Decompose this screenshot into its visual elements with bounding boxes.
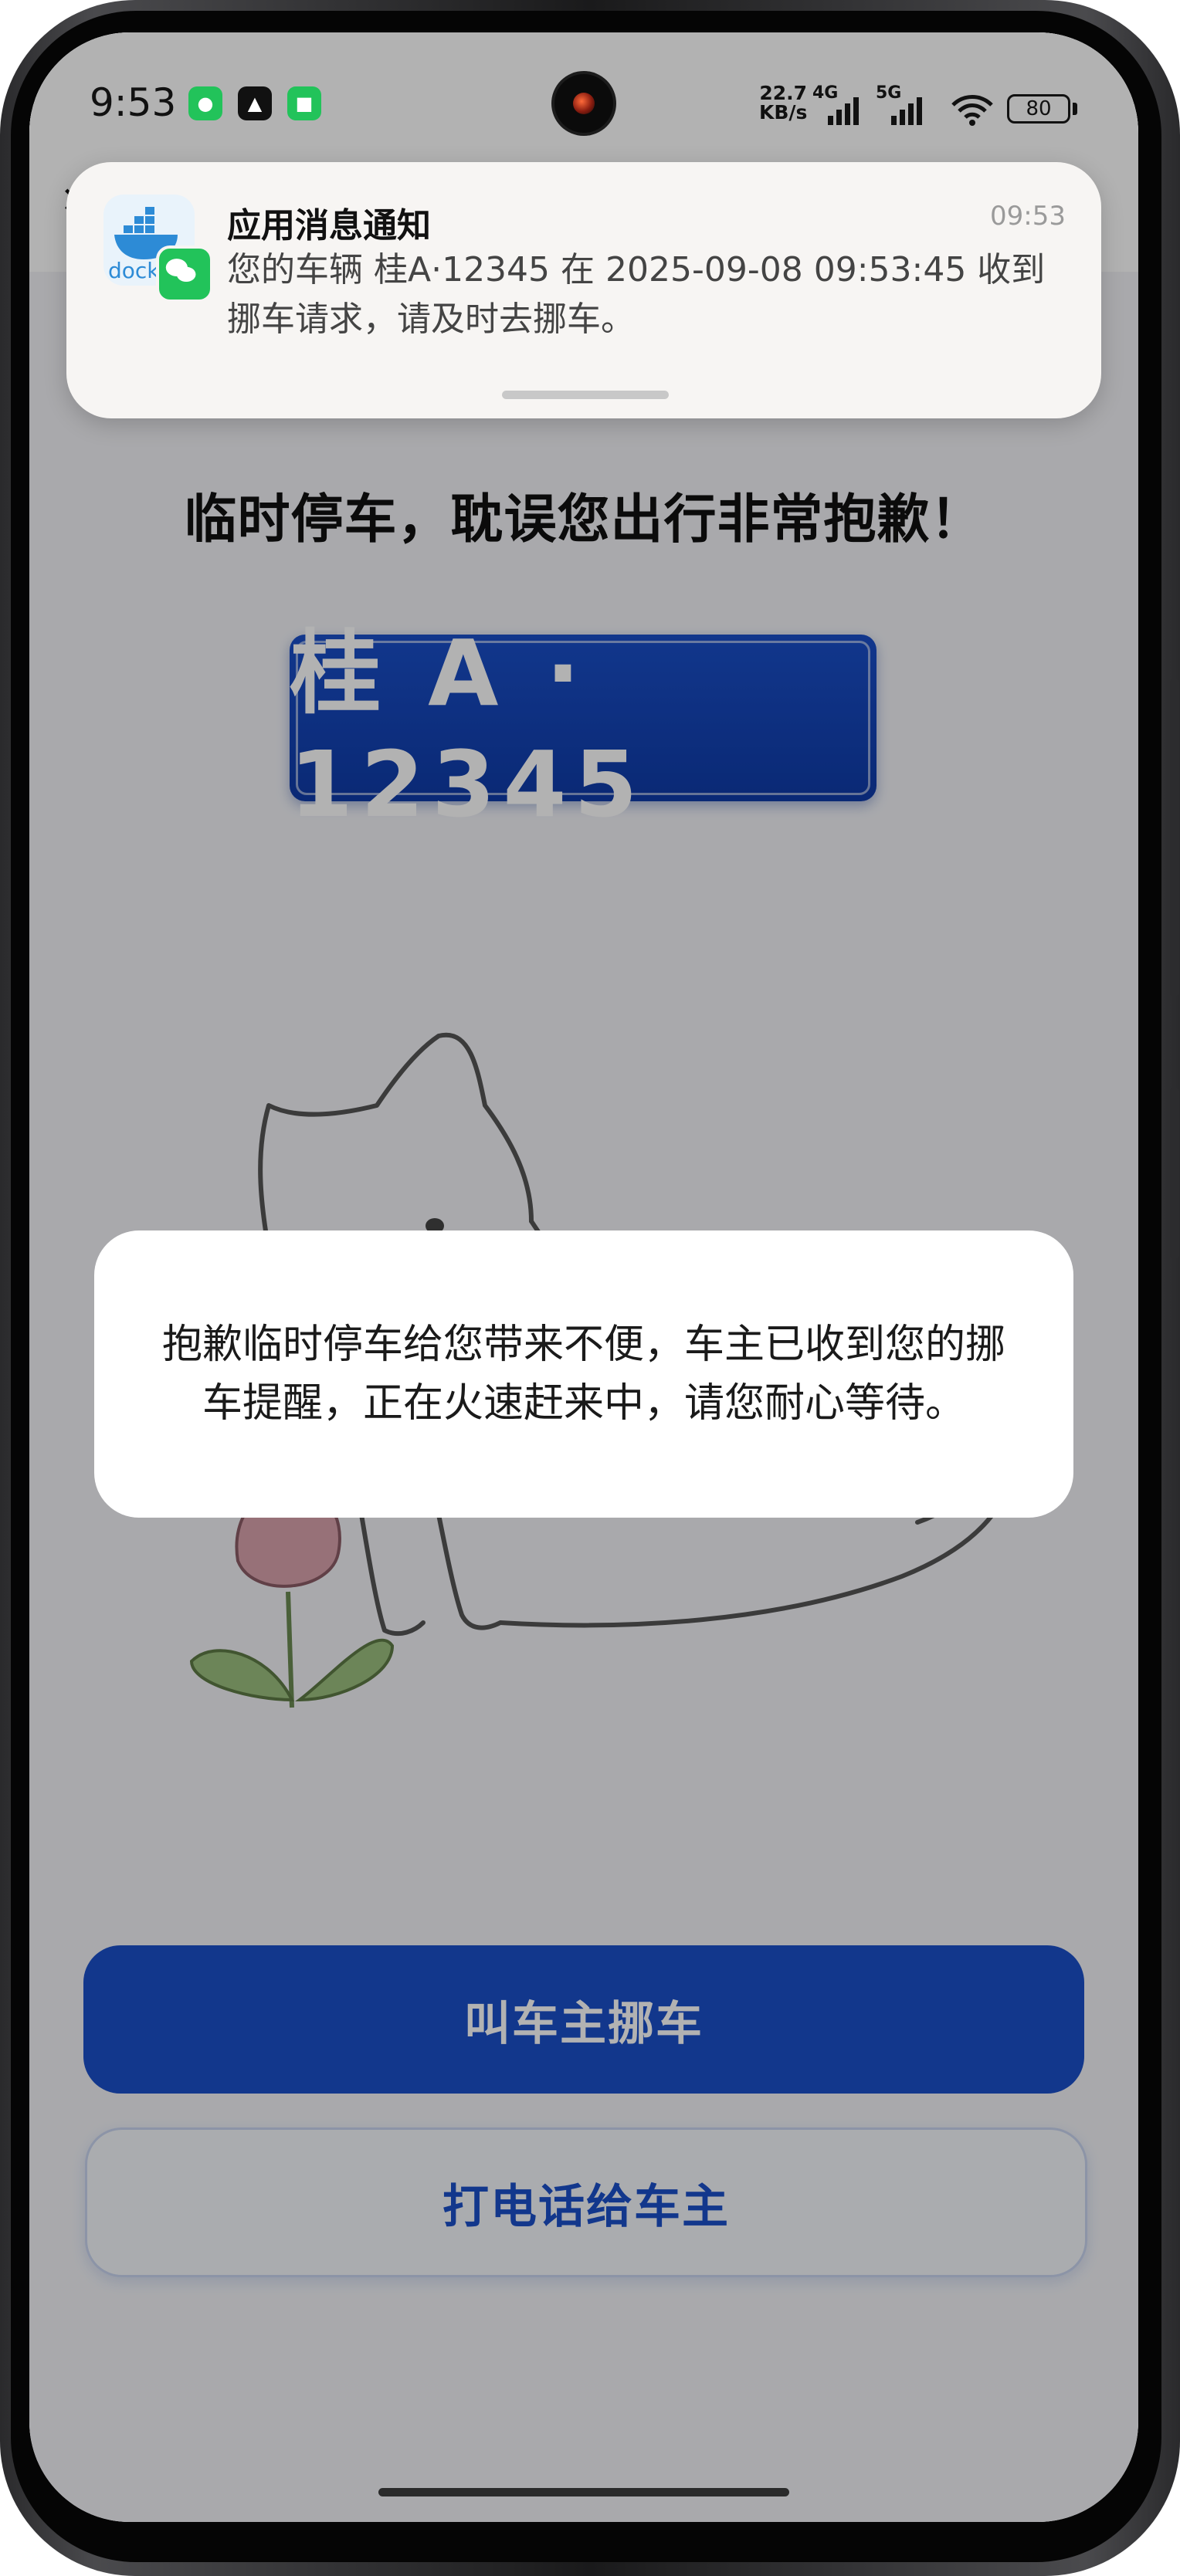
notification-title: 应用消息通知 [227,206,431,245]
wifi-icon [951,95,993,126]
phone-screen: ✕ 临时停车，耽误您出行非常抱歉！ 桂 A · 12345 [29,32,1138,2522]
battery-level: 80 [1026,97,1052,120]
network-speed: 22.7 KB/s [759,83,807,122]
notification-body: 您的车辆 桂A·12345 在 2025-09-08 09:53:45 收到挪车… [227,250,1046,339]
front-camera [554,74,613,133]
power-button [1170,1088,1179,1258]
svg-text:dock: dock [108,258,160,283]
signal-icon [891,97,922,125]
status-bar: 9:53 ● ▲ ■ 22.7 KB/s 4G 5G 80 [29,32,1138,164]
notification-drag-handle[interactable] [502,391,669,399]
network-speed-value: 22.7 [759,82,808,104]
toast-dialog: 抱歉临时停车给您带来不便，车主已收到您的挪车提醒，正在火速赶来中，请您耐心等待。 [94,1230,1073,1518]
toast-message: 抱歉临时停车给您带来不便，车主已收到您的挪车提醒，正在火速赶来中，请您耐心等待。 [161,1322,1005,1427]
status-time: 9:53 [90,80,177,125]
wechat-icon [156,245,213,303]
battery-cap [1073,103,1077,115]
heads-up-notification[interactable]: dock 应用消息通知 09:53 您的车辆 桂A·12345 在 2025-0… [66,162,1101,418]
notification-time: 09:53 [990,201,1066,232]
signal-icon [828,97,859,125]
vpn-icon: ▲ [238,86,272,120]
mi-home-icon: ■ [287,86,321,120]
battery-icon: 80 [1007,94,1070,124]
volume-button [1170,679,1179,996]
network-speed-unit: KB/s [759,101,808,124]
home-indicator[interactable] [378,2488,789,2496]
wechat-icon: ● [188,86,222,120]
